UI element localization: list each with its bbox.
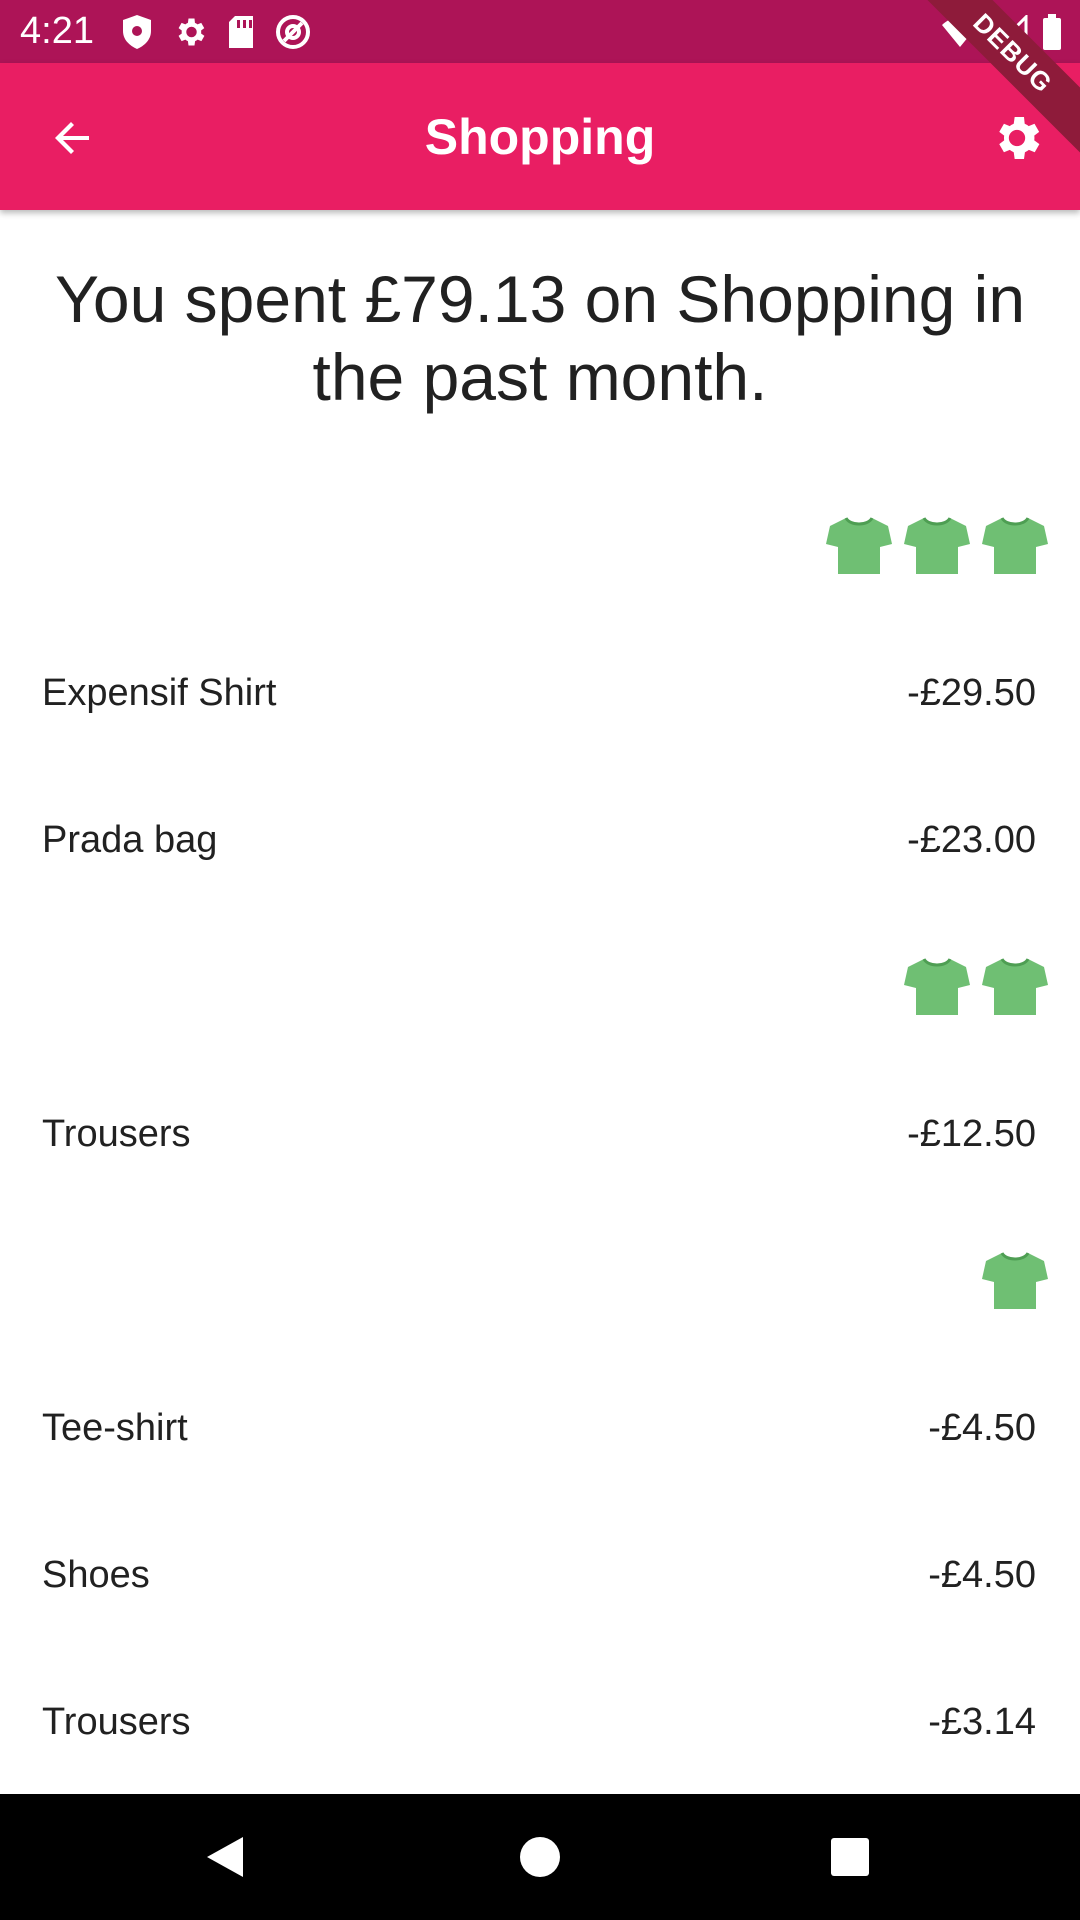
tshirt-icon — [826, 517, 892, 574]
tshirt-icon — [982, 1252, 1048, 1309]
transaction-amount: -£29.50 — [907, 671, 1036, 714]
transaction-row[interactable]: Trousers -£12.50 — [42, 1099, 1036, 1169]
transaction-row[interactable]: Prada bag -£23.00 — [42, 805, 1036, 875]
transaction-row[interactable]: Trousers -£3.14 — [42, 1687, 1036, 1757]
home-circle-icon — [520, 1837, 560, 1877]
transaction-label: Shoes — [42, 1553, 150, 1596]
transaction-row[interactable]: Tee-shirt -£4.50 — [42, 1393, 1036, 1463]
system-nav-bar — [0, 1794, 1080, 1920]
app-bar: Shopping — [0, 63, 1080, 210]
transaction-label: Trousers — [42, 1700, 191, 1743]
spending-summary: You spent £79.13 on Shopping in the past… — [54, 262, 1026, 414]
transaction-amount: -£4.50 — [928, 1553, 1036, 1596]
nav-recents-button[interactable] — [820, 1827, 880, 1887]
transaction-amount: -£12.50 — [907, 1112, 1036, 1155]
tshirt-icon — [904, 958, 970, 1015]
nav-home-button[interactable] — [510, 1827, 570, 1887]
back-triangle-icon — [207, 1837, 243, 1877]
shirt-group-1 — [980, 1235, 1050, 1325]
recents-square-icon — [831, 1838, 869, 1876]
tshirt-icon — [904, 517, 970, 574]
arrow-left-icon — [55, 122, 89, 154]
transaction-label: Trousers — [42, 1112, 191, 1155]
page-title: Shopping — [424, 108, 656, 165]
status-icons-left — [120, 10, 312, 54]
battery-icon — [1043, 14, 1061, 50]
transaction-label: Prada bag — [42, 818, 218, 861]
transaction-amount: -£3.14 — [928, 1700, 1036, 1743]
status-time: 4:21 — [20, 10, 94, 52]
transaction-row[interactable]: Shoes -£4.50 — [42, 1540, 1036, 1610]
shirt-group-2 — [902, 941, 1050, 1031]
transaction-amount: -£4.50 — [928, 1406, 1036, 1449]
transaction-label: Tee-shirt — [42, 1406, 188, 1449]
at-sign-icon — [276, 15, 310, 49]
shirt-group-3 — [824, 500, 1050, 590]
tshirt-icon — [982, 958, 1048, 1015]
status-bar: 4:21 — [0, 0, 1080, 63]
gear-icon — [999, 117, 1040, 159]
transaction-row[interactable]: Expensif Shirt -£29.50 — [42, 658, 1036, 728]
settings-button[interactable] — [984, 105, 1050, 171]
transaction-amount: -£23.00 — [907, 818, 1036, 861]
back-button[interactable] — [40, 105, 106, 171]
transaction-label: Expensif Shirt — [42, 671, 277, 714]
tshirt-icon — [982, 517, 1048, 574]
gear-icon — [178, 18, 205, 46]
nav-back-button[interactable] — [195, 1827, 255, 1887]
sd-card-icon — [229, 16, 253, 48]
shield-icon — [123, 15, 151, 49]
